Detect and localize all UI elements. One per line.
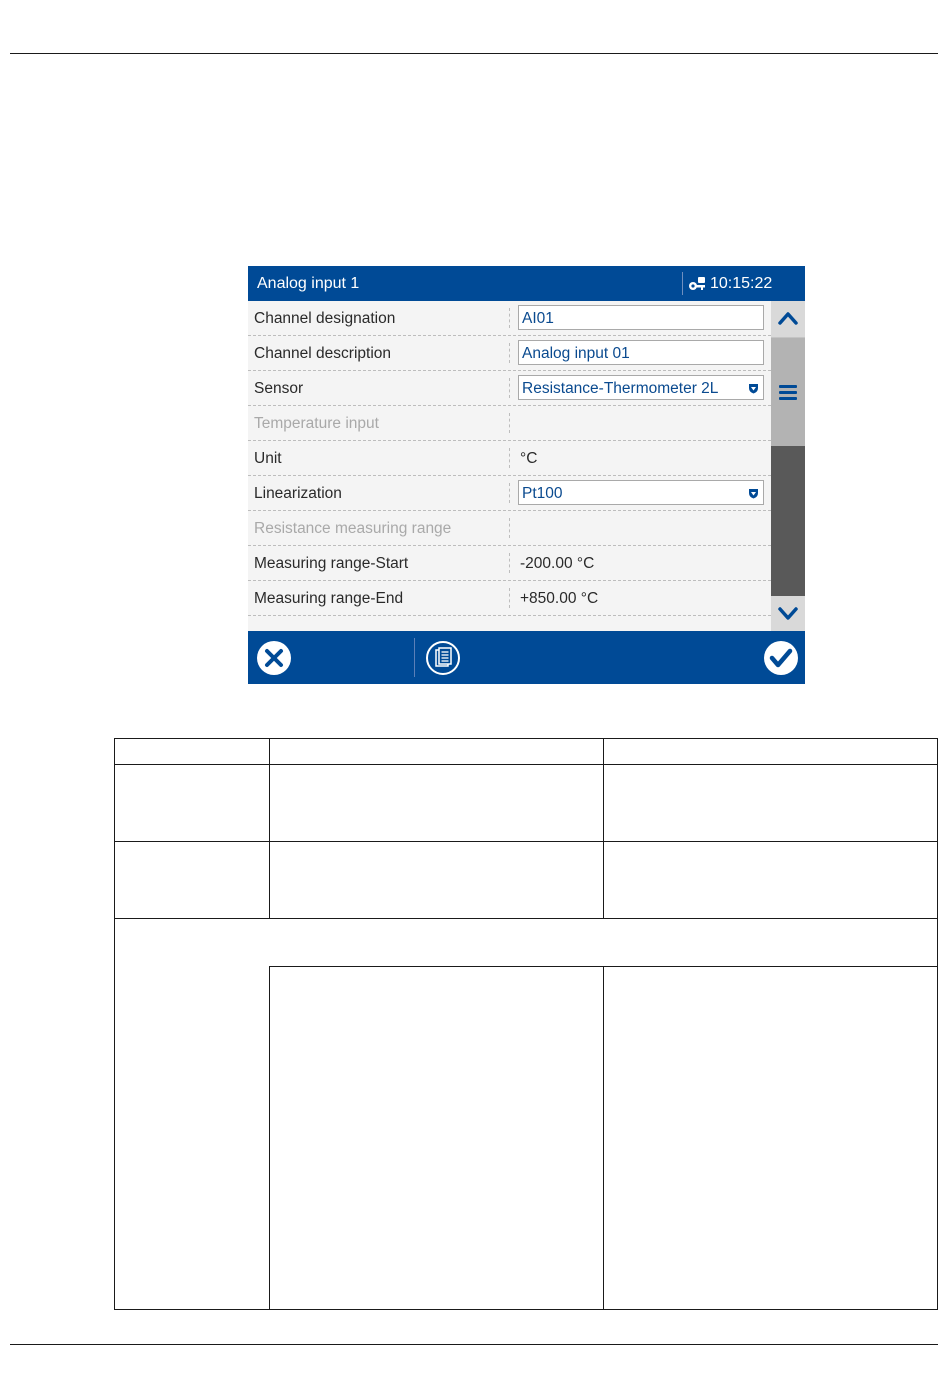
parameter-label: Channel description	[254, 345, 392, 362]
chevron-down-icon	[778, 607, 798, 620]
chevron-up-icon	[778, 312, 798, 325]
parameter-row[interactable]: Linearization Pt100	[248, 476, 771, 511]
parameter-value: Analog input 01	[522, 345, 630, 362]
parameter-value: Resistance-Thermometer 2L	[522, 380, 719, 397]
table-line	[269, 738, 270, 918]
parameter-label: Unit	[254, 450, 282, 467]
parameter-value: -200.00 °C	[520, 555, 595, 572]
bottom-rule	[10, 1344, 938, 1345]
table-line	[937, 738, 938, 1310]
table-line	[114, 738, 115, 1310]
row-divider	[509, 343, 510, 363]
table-line	[114, 841, 938, 842]
row-divider	[509, 308, 510, 328]
parameter-label: Temperature input	[254, 415, 379, 432]
scroll-thumb[interactable]	[771, 446, 805, 596]
checkmark-circle-icon[interactable]	[763, 640, 799, 676]
parameter-value: +850.00 °C	[520, 590, 599, 607]
parameter-row: Resistance measuring range	[248, 511, 771, 546]
menu-icon[interactable]	[771, 338, 805, 446]
parameter-input[interactable]: Analog input 01	[518, 340, 764, 365]
parameter-row[interactable]: Unit °C	[248, 441, 771, 476]
scroll-track[interactable]	[771, 338, 805, 446]
table-line	[114, 738, 938, 739]
parameter-list: Channel designation AI01 Channel descripti…	[248, 301, 771, 631]
table-line	[114, 1309, 938, 1310]
row-divider	[509, 553, 510, 573]
parameter-table	[114, 738, 938, 1310]
parameter-value: AI01	[522, 310, 554, 327]
device-screen: Analog input 1 10:15:22 Channel designat…	[248, 266, 805, 684]
parameter-label: Measuring range-Start	[254, 555, 409, 572]
parameter-value: Pt100	[522, 485, 563, 502]
title-separator	[682, 272, 683, 295]
window-title: Analog input 1	[257, 275, 360, 292]
row-divider	[509, 483, 510, 503]
table-line	[603, 966, 604, 1310]
scrollbar[interactable]	[771, 301, 805, 631]
dropdown-arrow-icon	[749, 489, 758, 499]
parameter-label: Linearization	[254, 485, 342, 502]
row-divider	[509, 378, 510, 398]
table-line	[114, 764, 938, 765]
clock: 10:15:22	[710, 275, 773, 292]
row-divider	[509, 413, 510, 433]
parameter-row[interactable]: Measuring range-End +850.00 °C	[248, 581, 771, 616]
close-circle-icon[interactable]	[256, 640, 292, 676]
row-divider	[509, 518, 510, 538]
parameter-dropdown[interactable]: Pt100	[518, 480, 764, 505]
parameter-label: Sensor	[254, 380, 304, 397]
parameter-label: Measuring range-End	[254, 590, 404, 607]
parameter-value: °C	[520, 450, 538, 467]
parameter-row[interactable]: Channel designation AI01	[248, 301, 771, 336]
title-bar: Analog input 1 10:15:22	[248, 266, 805, 301]
row-divider	[509, 448, 510, 468]
parameter-input[interactable]: AI01	[518, 305, 764, 330]
bottom-toolbar	[248, 631, 805, 684]
parameter-row[interactable]: Measuring range-Start -200.00 °C	[248, 546, 771, 581]
table-line	[114, 918, 938, 919]
toolbar-separator	[414, 638, 415, 677]
row-divider	[509, 588, 510, 608]
document-icon[interactable]	[425, 640, 461, 676]
top-rule	[10, 53, 938, 54]
table-line	[269, 966, 270, 1310]
dropdown-arrow-icon	[749, 384, 758, 394]
parameter-row[interactable]: Sensor Resistance-Thermometer 2L	[248, 371, 771, 406]
parameter-label: Channel designation	[254, 310, 396, 327]
parameter-label: Resistance measuring range	[254, 520, 452, 537]
table-line	[603, 738, 604, 918]
lock-key-icon	[689, 277, 705, 290]
parameter-row: Temperature input	[248, 406, 771, 441]
scroll-down-button[interactable]	[771, 597, 805, 631]
parameter-row[interactable]: Channel description Analog input 01	[248, 336, 771, 371]
parameter-dropdown[interactable]: Resistance-Thermometer 2L	[518, 375, 764, 400]
scroll-up-button[interactable]	[771, 301, 805, 338]
